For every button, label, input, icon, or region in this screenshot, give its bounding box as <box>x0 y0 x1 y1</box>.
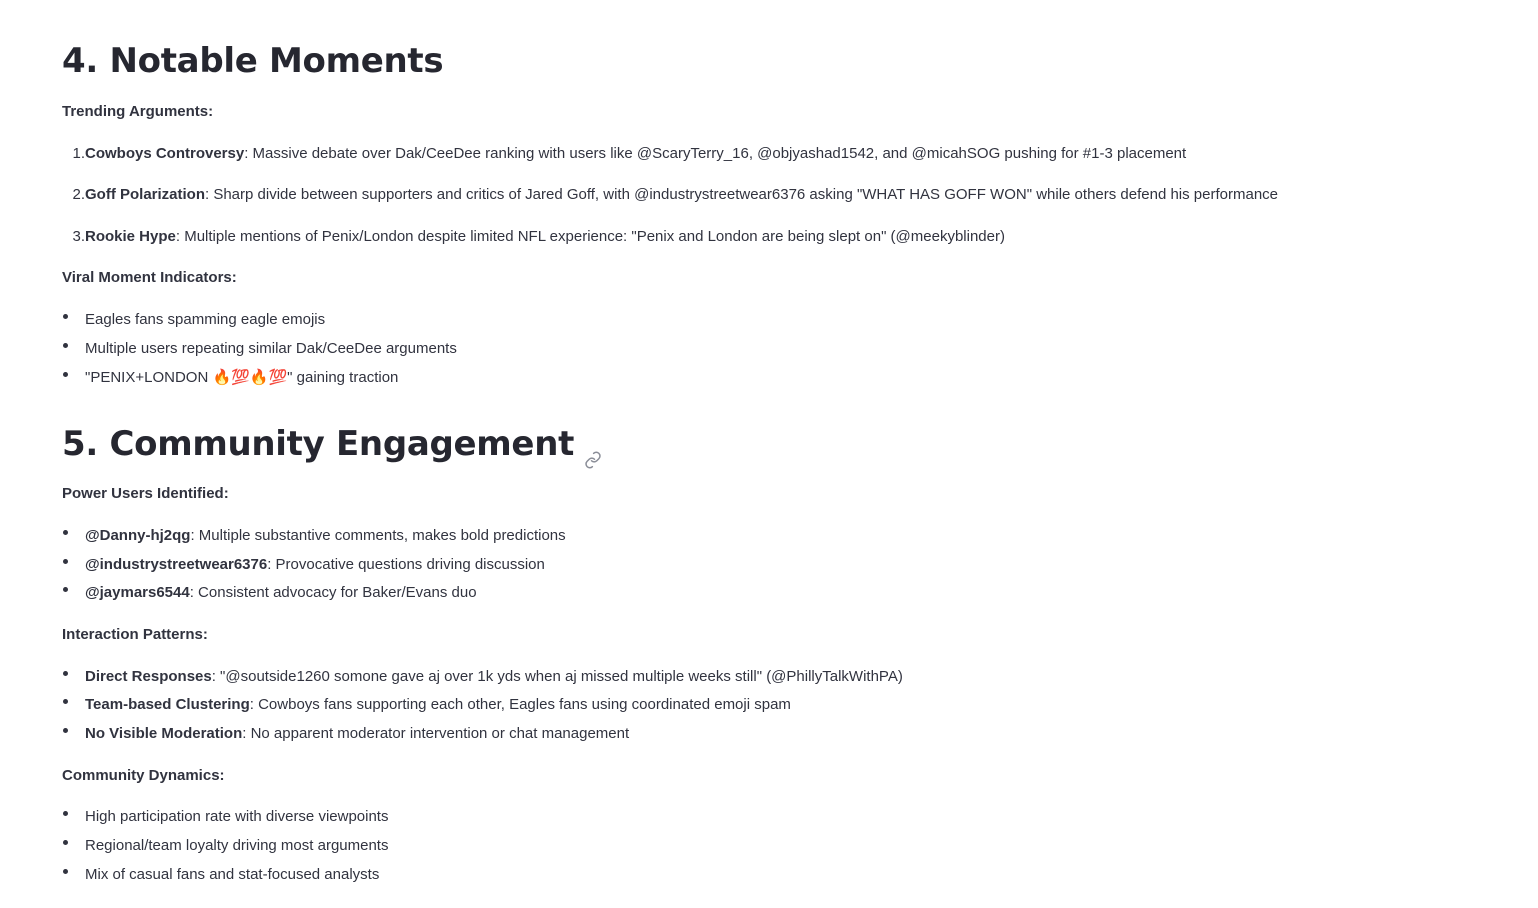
item-text: : No apparent moderator intervention or … <box>242 725 630 742</box>
interaction-patterns-label: Interaction Patterns: <box>62 626 208 643</box>
item-title: Cowboys Controversy <box>85 145 245 162</box>
list-item: Eagles fans spamming eagle emojis <box>62 310 325 330</box>
section-heading-community-engagement: 5. Community Engagement <box>62 424 602 469</box>
item-title: @jaymars6544 <box>85 584 190 601</box>
item-text: : Provocative questions driving discussi… <box>267 556 545 573</box>
item-text: : Massive debate over Dak/CeeDee ranking… <box>244 145 1187 162</box>
link-icon[interactable] <box>584 438 602 469</box>
power-users-label: Power Users Identified: <box>62 485 229 502</box>
list-item: Team-based Clustering: Cowboys fans supp… <box>62 695 791 715</box>
list-item: @Danny-hj2qg: Multiple substantive comme… <box>62 526 566 546</box>
item-title: Rookie Hype <box>85 228 176 245</box>
item-text: : Multiple mentions of Penix/London desp… <box>175 228 1005 245</box>
list-item: Regional/team loyalty driving most argum… <box>62 836 388 856</box>
heading-text: 5. Community Engagement <box>62 424 575 464</box>
list-item: @industrystreetwear6376: Provocative que… <box>62 555 545 575</box>
item-text: : Multiple substantive comments, makes b… <box>190 527 566 544</box>
community-dynamics-label: Community Dynamics: <box>62 767 225 784</box>
list-item: High participation rate with diverse vie… <box>62 807 388 827</box>
item-text: : Consistent advocacy for Baker/Evans du… <box>189 584 477 601</box>
item-text: : "@soutside1260 somone gave aj over 1k … <box>211 668 903 685</box>
item-text: "PENIX+LONDON 🔥💯🔥💯" gaining traction <box>85 369 399 386</box>
list-item: "PENIX+LONDON 🔥💯🔥💯" gaining traction <box>62 368 398 388</box>
section-heading-notable-moments: 4. Notable Moments <box>62 41 444 81</box>
list-number: 2. <box>72 186 85 203</box>
item-text: Regional/team loyalty driving most argum… <box>85 837 389 854</box>
item-text: High participation rate with diverse vie… <box>85 808 389 825</box>
item-title: Goff Polarization <box>85 186 205 203</box>
viral-indicators-label: Viral Moment Indicators: <box>62 269 237 286</box>
item-text: Mix of casual fans and stat-focused anal… <box>85 866 380 883</box>
item-title: @industrystreetwear6376 <box>85 556 268 573</box>
heading-text: 4. Notable Moments <box>62 41 444 81</box>
trending-arguments-label: Trending Arguments: <box>62 103 214 120</box>
list-number: 1. <box>72 145 85 162</box>
item-text: Multiple users repeating similar Dak/Cee… <box>85 340 457 357</box>
item-text: Eagles fans spamming eagle emojis <box>85 311 326 328</box>
list-item: 2.Goff Polarization: Sharp divide betwee… <box>62 185 1278 205</box>
list-item: Multiple users repeating similar Dak/Cee… <box>62 339 457 359</box>
list-item: 3.Rookie Hype: Multiple mentions of Peni… <box>62 227 1005 247</box>
list-item: No Visible Moderation: No apparent moder… <box>62 724 629 744</box>
item-title: Team-based Clustering <box>85 696 250 713</box>
item-title: No Visible Moderation <box>85 725 243 742</box>
list-item: Mix of casual fans and stat-focused anal… <box>62 865 379 885</box>
list-item: Direct Responses: "@soutside1260 somone … <box>62 667 903 687</box>
list-item: @jaymars6544: Consistent advocacy for Ba… <box>62 583 477 603</box>
item-text: : Cowboys fans supporting each other, Ea… <box>249 696 791 713</box>
item-title: @Danny-hj2qg <box>85 527 191 544</box>
list-item: 1.Cowboys Controversy: Massive debate ov… <box>62 144 1186 164</box>
item-text: : Sharp divide between supporters and cr… <box>205 186 1279 203</box>
item-title: Direct Responses <box>85 668 212 685</box>
list-number: 3. <box>72 228 85 245</box>
